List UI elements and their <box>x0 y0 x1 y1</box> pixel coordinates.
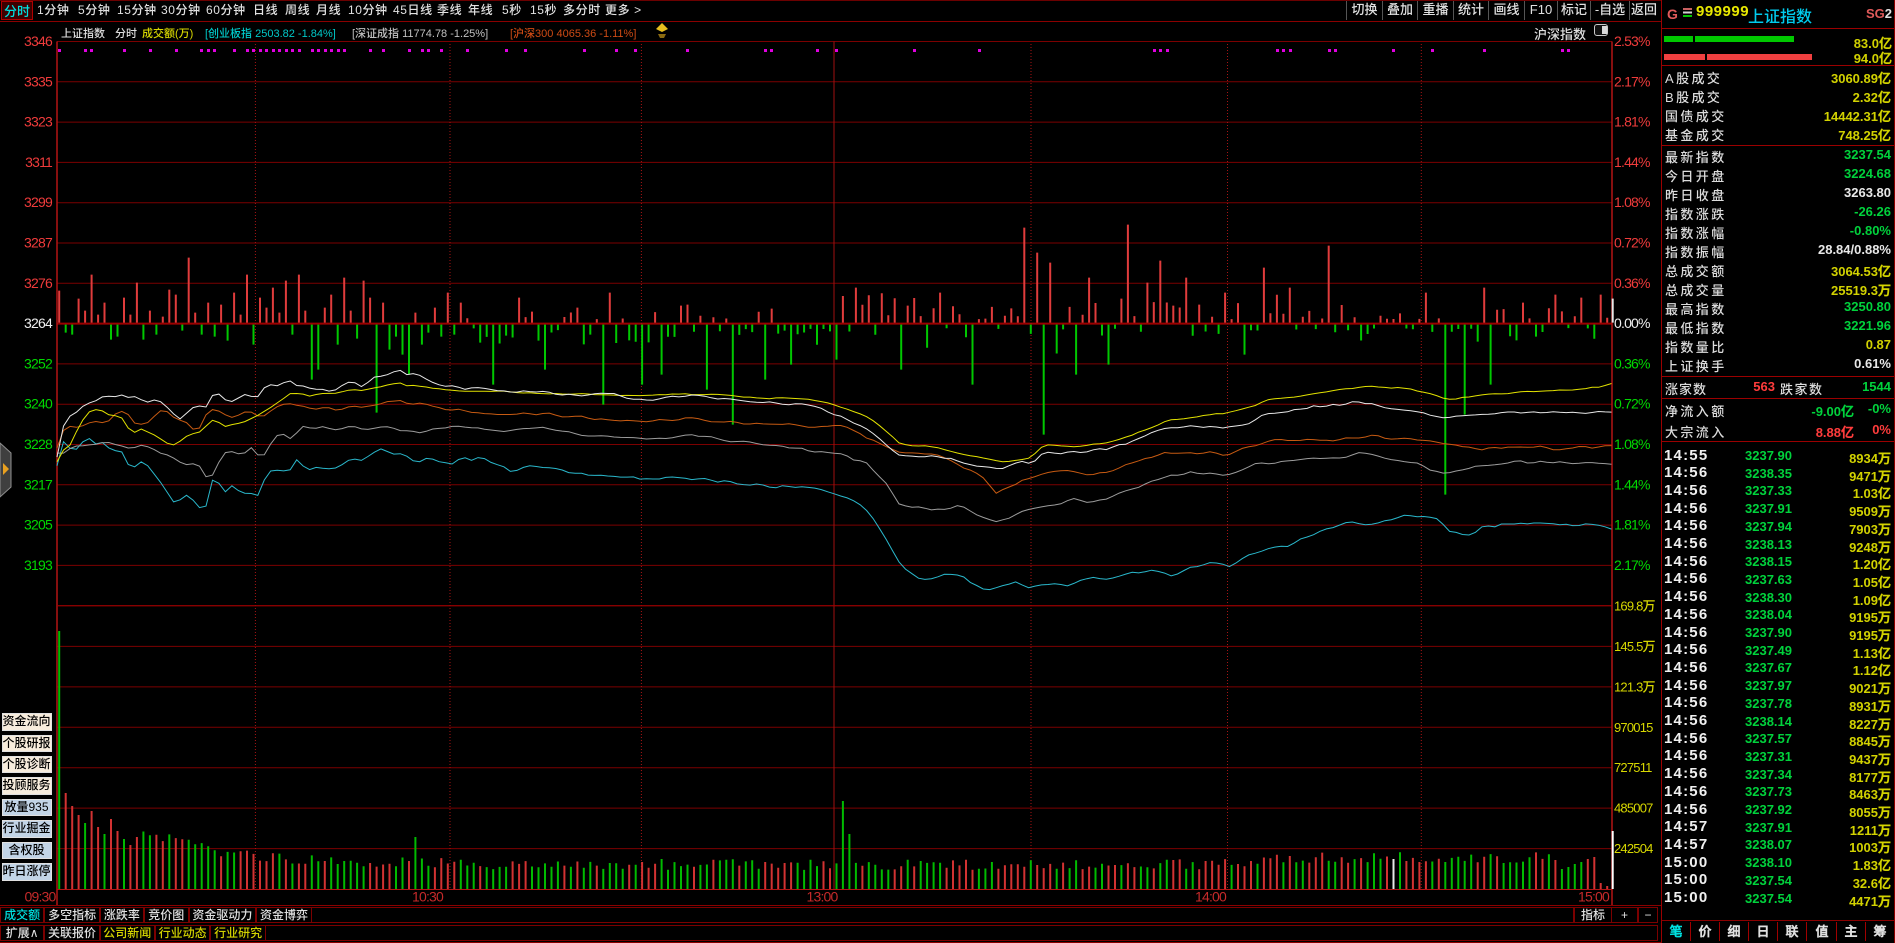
svg-text:1.44%: 1.44% <box>1614 476 1650 492</box>
svg-text:09:30: 09:30 <box>24 889 56 905</box>
svg-text:3346: 3346 <box>24 33 53 49</box>
svg-text:727511: 727511 <box>1614 760 1652 775</box>
svg-text:10:30: 10:30 <box>412 889 444 905</box>
svg-text:1.81%: 1.81% <box>1614 517 1650 533</box>
svg-text:0.72%: 0.72% <box>1614 396 1650 412</box>
svg-text:0.00%: 0.00% <box>1614 315 1650 331</box>
svg-text:970015: 970015 <box>1614 720 1653 735</box>
svg-text:1.08%: 1.08% <box>1614 194 1650 210</box>
svg-text:0.36%: 0.36% <box>1614 355 1650 371</box>
svg-text:3217: 3217 <box>24 476 53 492</box>
svg-text:3276: 3276 <box>24 275 53 291</box>
svg-text:121.3万: 121.3万 <box>1614 679 1656 694</box>
svg-text:3228: 3228 <box>24 436 53 452</box>
svg-text:13:00: 13:00 <box>806 889 838 905</box>
svg-text:2.17%: 2.17% <box>1614 557 1650 573</box>
svg-text:3205: 3205 <box>24 517 53 533</box>
svg-text:3240: 3240 <box>24 396 53 412</box>
svg-text:3299: 3299 <box>24 194 53 210</box>
svg-text:3252: 3252 <box>24 355 53 371</box>
svg-text:3335: 3335 <box>24 73 53 89</box>
svg-text:169.8万: 169.8万 <box>1614 599 1656 614</box>
svg-text:2.17%: 2.17% <box>1614 73 1650 89</box>
svg-text:3287: 3287 <box>24 235 53 251</box>
svg-text:3264: 3264 <box>24 315 53 331</box>
svg-text:3311: 3311 <box>25 154 53 170</box>
svg-text:242504: 242504 <box>1614 841 1653 856</box>
svg-text:2.53%: 2.53% <box>1614 33 1650 49</box>
svg-text:0.72%: 0.72% <box>1614 235 1650 251</box>
svg-text:3193: 3193 <box>24 557 53 573</box>
svg-text:15:00: 15:00 <box>1578 889 1610 905</box>
svg-text:1.44%: 1.44% <box>1614 154 1650 170</box>
svg-text:3323: 3323 <box>24 114 53 130</box>
svg-text:0.36%: 0.36% <box>1614 275 1650 291</box>
svg-text:14:00: 14:00 <box>1195 889 1227 905</box>
svg-text:1.81%: 1.81% <box>1614 114 1650 130</box>
svg-text:485007: 485007 <box>1614 801 1653 816</box>
svg-text:1.08%: 1.08% <box>1614 436 1650 452</box>
svg-text:145.5万: 145.5万 <box>1614 639 1656 654</box>
